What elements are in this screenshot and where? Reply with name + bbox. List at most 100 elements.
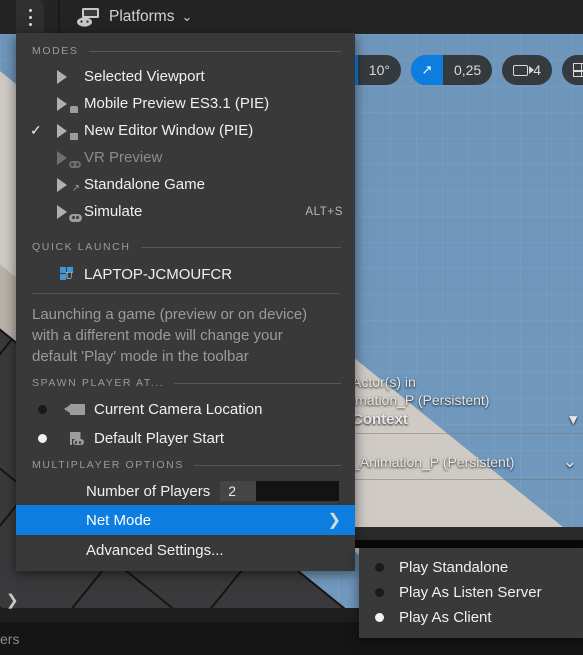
radio-button-unselected[interactable]	[374, 563, 384, 572]
kebab-dot-1	[28, 8, 32, 12]
radio-wrapper[interactable]	[359, 563, 399, 572]
section-header-multiplayer: MULTIPLAYER OPTIONS	[16, 453, 355, 477]
kebab-menu-icon[interactable]	[16, 0, 44, 34]
menu-item-label: Mobile Preview ES3.1 (PIE)	[84, 95, 270, 112]
chevron-down-icon: ⌄	[181, 9, 193, 24]
section-rule	[174, 382, 341, 384]
radio-button-unselected[interactable]	[374, 588, 384, 597]
persistent-level-label: _Animation_P (Persistent)	[352, 454, 515, 470]
menu-item-label: New Editor Window (PIE)	[84, 122, 254, 139]
scale-snap-value[interactable]: 0,25	[443, 62, 492, 78]
menu-item-shortcut: ALT+S	[305, 205, 343, 218]
submenu-item-play-standalone[interactable]: Play Standalone	[359, 555, 583, 580]
play-standalone-icon: ↗	[50, 177, 84, 193]
number-of-players-value[interactable]: 2	[220, 481, 257, 501]
radio-button-selected[interactable]	[38, 434, 47, 443]
persistent-level-selector[interactable]: _Animation_P (Persistent) ⌄	[350, 438, 583, 473]
viewport-layout-segment[interactable]	[562, 63, 583, 77]
checkmark-icon: ✓	[30, 122, 42, 138]
menu-item-label: LAPTOP-JCMOUFCR	[84, 265, 233, 283]
camera-speed-segment[interactable]: 4	[502, 62, 552, 78]
bottom-truncated-label: ers	[0, 631, 20, 647]
section-label-spawn: SPAWN PLAYER AT...	[32, 377, 165, 389]
viewport-layout-control[interactable]	[562, 55, 583, 85]
app-root: ∟ 10° ↗ 0,25 4 Actor(s) in imation_P (Pe…	[0, 0, 583, 655]
play-vr-icon	[50, 150, 84, 168]
menu-item-label: Standalone Game	[84, 176, 205, 193]
menu-item-selected-viewport[interactable]: Selected Viewport	[16, 63, 355, 90]
number-of-players-label: Number of Players	[86, 482, 211, 500]
submenu-item-label: Play As Listen Server	[399, 584, 542, 601]
kebab-dot-2	[28, 15, 32, 19]
submenu-item-play-as-client[interactable]: Play As Client	[359, 605, 583, 630]
menu-item-default-player-start[interactable]: Default Player Start	[16, 424, 355, 453]
play-modes-dropdown-menu: MODES Selected Viewport Mobile Preview E…	[16, 33, 355, 571]
submenu-item-label: Play Standalone	[399, 559, 509, 576]
radio-wrapper[interactable]	[30, 434, 60, 443]
section-rule	[193, 464, 341, 466]
play-mobile-icon	[50, 96, 84, 113]
play-new-window-icon	[50, 123, 84, 140]
number-of-players-input[interactable]: 2	[220, 481, 340, 501]
radio-button-unselected[interactable]	[38, 405, 47, 414]
platforms-gamepad-icon	[77, 8, 99, 27]
player-start-icon	[60, 432, 94, 445]
menu-item-current-camera-location[interactable]: Current Camera Location	[16, 395, 355, 424]
camera-speed-control[interactable]: 4	[502, 55, 552, 85]
camera-icon	[60, 404, 94, 415]
menu-item-vr-preview[interactable]: VR Preview	[16, 144, 355, 171]
chevron-right-icon: ❯	[327, 512, 341, 529]
menu-item-label: Advanced Settings...	[86, 541, 224, 559]
context-selector[interactable]: Context ▾	[350, 409, 583, 429]
menu-item-label: VR Preview	[84, 149, 163, 166]
divider-2	[350, 479, 583, 480]
radio-button-selected[interactable]	[374, 613, 384, 622]
main-toolbar: Platforms ⌄	[0, 0, 583, 34]
menu-item-standalone-game[interactable]: ↗ Standalone Game	[16, 171, 355, 198]
menu-item-quick-launch-device[interactable]: U LAPTOP-JCMOUFCR	[16, 259, 355, 289]
kebab-dot-3	[28, 22, 32, 26]
camera-speed-icon	[513, 64, 535, 76]
submenu-item-play-as-listen-server[interactable]: Play As Listen Server	[359, 580, 583, 605]
section-rule	[88, 50, 341, 52]
submenu-item-label: Play As Client	[399, 609, 492, 626]
section-header-modes: MODES	[16, 33, 355, 63]
section-label-modes: MODES	[32, 45, 79, 57]
expand-chevron-icon[interactable]: ❯	[6, 591, 19, 609]
menu-description-text: Launching a game (preview or on device) …	[32, 306, 308, 365]
platforms-label: Platforms	[109, 8, 175, 25]
menu-item-simulate[interactable]: Simulate ALT+S	[16, 198, 355, 225]
divider	[350, 433, 583, 434]
scale-snap-control[interactable]: ↗ 0,25	[410, 55, 493, 85]
level-name-line: imation_P (Persistent)	[352, 392, 490, 408]
chevron-down-icon: ▾	[569, 411, 577, 428]
menu-item-net-mode[interactable]: Net Mode ❯	[16, 505, 355, 535]
radio-wrapper[interactable]	[30, 405, 60, 414]
menu-item-label: Simulate	[84, 203, 143, 220]
scale-arrow-icon[interactable]: ↗	[410, 55, 443, 85]
play-icon	[50, 69, 84, 85]
section-rule	[140, 246, 341, 248]
radio-wrapper[interactable]	[359, 588, 399, 597]
windows-unreal-icon: U	[50, 267, 84, 282]
rotation-snap-value[interactable]: 10°	[358, 62, 401, 78]
section-label-quick-launch: QUICK LAUNCH	[32, 241, 131, 253]
section-header-quick-launch: QUICK LAUNCH	[16, 225, 355, 259]
menu-item-label: Net Mode	[86, 511, 152, 529]
menu-item-label: Default Player Start	[94, 430, 225, 447]
radio-wrapper[interactable]	[359, 613, 399, 622]
net-mode-submenu: Play Standalone Play As Listen Server Pl…	[359, 548, 583, 638]
menu-item-advanced-settings[interactable]: Advanced Settings...	[16, 535, 355, 565]
menu-item-new-editor-window[interactable]: ✓ New Editor Window (PIE)	[16, 117, 355, 144]
number-of-players-row: Number of Players 2	[16, 477, 355, 505]
chevron-down-icon-2: ⌄	[562, 452, 577, 471]
section-label-multiplayer: MULTIPLAYER OPTIONS	[32, 459, 184, 471]
section-header-spawn: SPAWN PLAYER AT...	[16, 375, 355, 395]
grid-icon	[573, 63, 583, 77]
viewport-info-overlay: Actor(s) in imation_P (Persistent) Conte…	[350, 373, 583, 480]
menu-item-mobile-preview[interactable]: Mobile Preview ES3.1 (PIE)	[16, 90, 355, 117]
context-label: Context	[352, 410, 408, 428]
toolbar-separator	[58, 0, 60, 34]
menu-item-label: Selected Viewport	[84, 68, 205, 85]
platforms-button[interactable]: Platforms ⌄	[76, 7, 192, 27]
